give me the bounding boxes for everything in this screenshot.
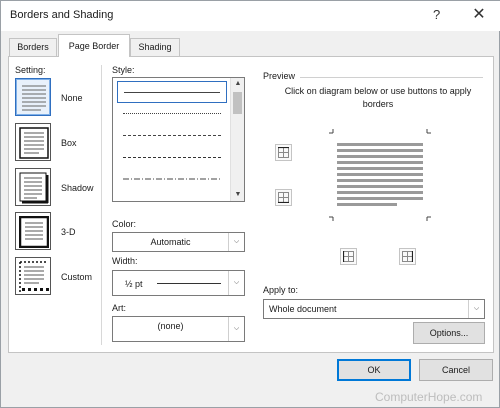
- left-border-button[interactable]: [340, 248, 357, 265]
- preview-instructions: Click on diagram below or use buttons to…: [284, 86, 472, 109]
- scroll-thumb[interactable]: [233, 92, 242, 114]
- borders-and-shading-dialog: Borders and Shading ? ✕ Borders Page Bor…: [0, 0, 500, 408]
- apply-to-label: Apply to:: [263, 285, 299, 295]
- bottom-border-button[interactable]: [275, 189, 292, 206]
- preview-label: Preview: [263, 71, 296, 81]
- tab-page-border[interactable]: Page Border: [58, 34, 130, 57]
- help-button[interactable]: ?: [433, 7, 440, 22]
- apply-to-value: Whole document: [269, 304, 337, 314]
- scroll-down-arrow-icon[interactable]: ▼: [231, 189, 245, 201]
- setting-custom-icon: [19, 261, 49, 292]
- border-bottom-icon: [278, 192, 289, 203]
- style-item-dashed[interactable]: [117, 147, 227, 169]
- tab-borders[interactable]: Borders: [9, 38, 57, 56]
- width-line-sample: [157, 283, 221, 284]
- color-label-text: Color:: [112, 219, 137, 229]
- style-item-solid[interactable]: [117, 81, 227, 103]
- setting-none-label[interactable]: None: [61, 93, 83, 103]
- options-button[interactable]: Options...: [413, 322, 485, 344]
- width-label: Width:: [112, 256, 138, 266]
- setting-none-button[interactable]: [15, 78, 51, 116]
- art-dropdown[interactable]: (none) ⌵: [112, 316, 245, 342]
- apply-to-dropdown[interactable]: Whole document ⌵: [263, 299, 485, 319]
- setting-custom-button[interactable]: [15, 257, 51, 295]
- style-label: Style:: [112, 65, 135, 75]
- setting-shadow-icon: [19, 172, 49, 204]
- chevron-down-icon: ⌵: [468, 300, 484, 318]
- width-dropdown[interactable]: ½ pt ⌵: [112, 270, 245, 296]
- style-item-dash-dot[interactable]: [117, 169, 227, 191]
- close-button[interactable]: ✕: [465, 4, 493, 26]
- watermark: ComputerHope.com: [375, 390, 483, 404]
- border-top-icon: [278, 147, 289, 158]
- chevron-down-icon: ⌵: [228, 233, 244, 251]
- art-label: Art:: [112, 303, 127, 313]
- setting-shadow-button[interactable]: [15, 168, 51, 206]
- setting-box-button[interactable]: [15, 123, 51, 161]
- style-list[interactable]: ▲ ▼: [112, 77, 245, 202]
- style-item-dash-small[interactable]: [117, 125, 227, 147]
- preview-area: Preview Click on diagram below or use bu…: [263, 71, 485, 289]
- top-border-button[interactable]: [275, 144, 292, 161]
- width-value: ½ pt: [125, 279, 143, 289]
- style-item-dotted[interactable]: [117, 103, 227, 125]
- title-bar: Borders and Shading ? ✕: [1, 1, 500, 31]
- setting-box-label[interactable]: Box: [61, 138, 77, 148]
- setting-shadow-label[interactable]: Shadow: [61, 183, 94, 193]
- setting-custom-label[interactable]: Custom: [61, 272, 92, 282]
- chevron-down-icon: ⌵: [228, 317, 244, 341]
- preview-rule: [300, 77, 483, 78]
- column-divider: [101, 65, 102, 345]
- setting-3d-button[interactable]: [15, 212, 51, 250]
- border-right-icon: [402, 251, 413, 262]
- border-left-icon: [343, 251, 354, 262]
- dialog-title: Borders and Shading: [10, 9, 114, 21]
- setting-3d-label[interactable]: 3-D: [61, 227, 76, 237]
- scroll-up-arrow-icon[interactable]: ▲: [231, 78, 245, 90]
- setting-label: Setting:: [15, 65, 46, 75]
- art-value: (none): [157, 321, 184, 331]
- setting-none-icon: [22, 85, 46, 111]
- chevron-down-icon: ⌵: [228, 271, 244, 295]
- color-value: Automatic: [150, 237, 191, 247]
- setting-3d-icon: [19, 216, 49, 248]
- style-scrollbar[interactable]: ▲ ▼: [230, 78, 244, 201]
- preview-diagram[interactable]: [329, 129, 449, 225]
- setting-box-icon: [19, 127, 49, 159]
- ok-button[interactable]: OK: [337, 359, 411, 381]
- color-dropdown[interactable]: Automatic ⌵: [112, 232, 245, 252]
- tab-shading[interactable]: Shading: [130, 38, 180, 56]
- right-border-button[interactable]: [399, 248, 416, 265]
- cancel-button[interactable]: Cancel: [419, 359, 493, 381]
